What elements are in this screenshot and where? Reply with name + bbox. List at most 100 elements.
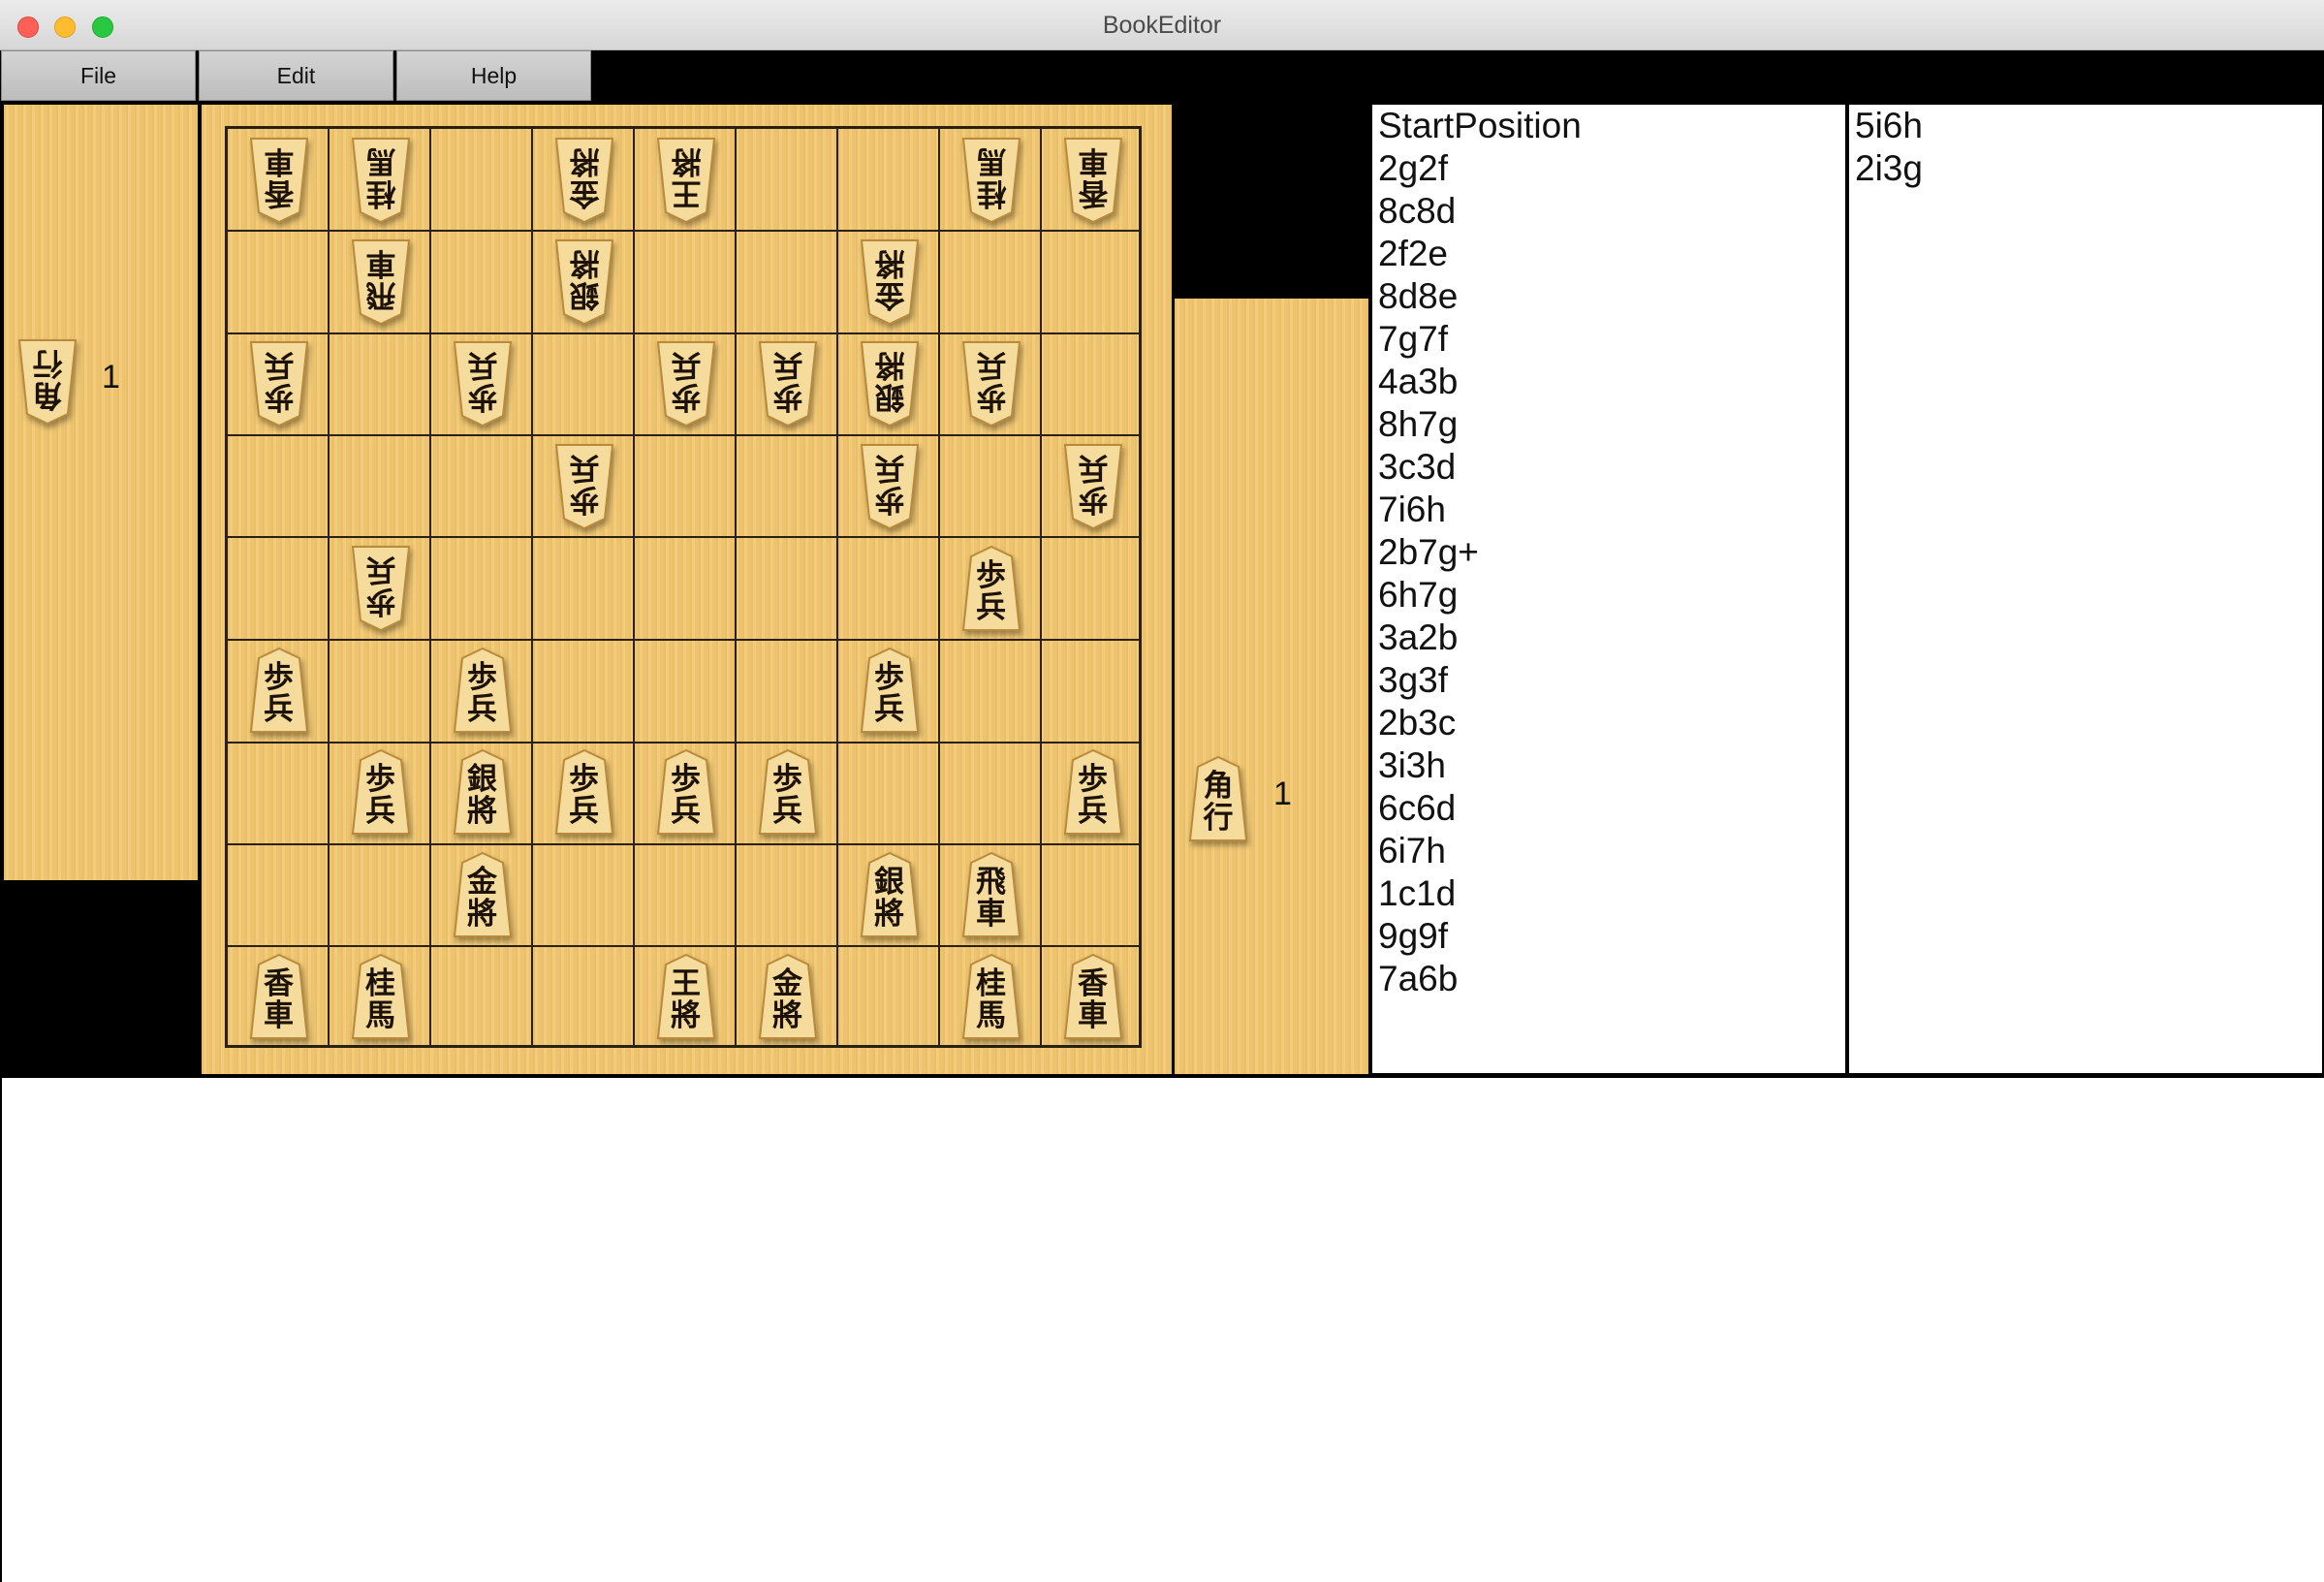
move-item[interactable]: 1c1d [1372, 872, 1845, 915]
piece-char-top: 歩 [264, 660, 294, 696]
gote-board-piece[interactable]: 歩兵 [554, 443, 614, 530]
piece-char-bottom: 將 [671, 142, 701, 178]
gote-board-piece[interactable]: 王將 [656, 137, 716, 224]
gote-board-piece[interactable]: 歩兵 [961, 340, 1021, 427]
sente-board-piece[interactable]: 歩兵 [860, 647, 920, 734]
move-item[interactable]: 3c3d [1372, 446, 1845, 489]
gote-board-piece[interactable]: 銀將 [554, 238, 614, 326]
move-item[interactable]: 4a3b [1372, 361, 1845, 403]
piece-char-bottom: 行 [32, 345, 63, 380]
gote-piece-stand[interactable]: 角行 1 [4, 105, 198, 880]
gote-board-piece[interactable]: 歩兵 [453, 340, 513, 427]
sente-board-piece[interactable]: 飛車 [961, 851, 1021, 938]
piece-char-top: 王 [671, 966, 701, 1002]
gote-board-piece[interactable]: 香車 [249, 137, 309, 224]
sente-board-piece[interactable]: 香車 [1063, 953, 1123, 1040]
piece-char-bottom: 兵 [1078, 449, 1108, 485]
sente-board-piece[interactable]: 香車 [249, 953, 309, 1040]
move-item[interactable]: 3i3h [1372, 744, 1845, 787]
piece-char-top: 飛 [976, 864, 1006, 900]
move-item[interactable]: 6c6d [1372, 787, 1845, 830]
sente-board-piece[interactable]: 王將 [656, 953, 716, 1040]
sente-board-piece[interactable]: 歩兵 [453, 647, 513, 734]
gote-board-piece[interactable]: 歩兵 [1063, 443, 1123, 530]
gote-board-piece[interactable]: 銀將 [860, 340, 920, 427]
piece-char-bottom: 將 [467, 896, 497, 932]
sente-hand-bishop-piece[interactable]: 角行 [1188, 755, 1248, 842]
file-menu-button[interactable]: File [1, 50, 196, 101]
move-history-list[interactable]: StartPosition 2g2f 8c8d 2f2e 8d8e 7g7f 4a3b 8h7… [1372, 105, 1845, 1073]
piece-char-top: 歩 [976, 557, 1006, 593]
piece-char-top: 歩 [671, 762, 701, 798]
piece-char-bottom: 行 [1203, 801, 1234, 836]
piece-char-top: 歩 [874, 481, 904, 517]
comment-area[interactable] [2, 1078, 2324, 1582]
gote-board-piece[interactable]: 桂馬 [351, 137, 411, 224]
sente-board-piece[interactable]: 歩兵 [249, 647, 309, 734]
move-item[interactable]: 7a6b [1372, 958, 1845, 1000]
piece-char-bottom: 兵 [671, 794, 701, 830]
move-item[interactable]: 6h7g [1372, 574, 1845, 617]
gote-board-piece[interactable]: 金將 [554, 137, 614, 224]
piece-char-bottom: 兵 [467, 347, 497, 383]
gote-board-piece[interactable]: 歩兵 [351, 545, 411, 632]
move-item[interactable]: 2b7g+ [1372, 531, 1845, 574]
piece-char-top: 銀 [874, 864, 904, 900]
sente-board-piece[interactable]: 桂馬 [961, 953, 1021, 1040]
candidate-moves-list[interactable]: 5i6h 2i3g [1849, 105, 2322, 1073]
candidate-move-item[interactable]: 5i6h [1849, 105, 2322, 147]
move-item[interactable]: 2g2f [1372, 147, 1845, 190]
gote-board-piece[interactable]: 歩兵 [758, 340, 818, 427]
gote-board-piece[interactable]: 金將 [860, 238, 920, 326]
piece-char-bottom: 兵 [976, 347, 1006, 383]
piece-char-top: 香 [1078, 966, 1108, 1002]
move-item[interactable]: 8d8e [1372, 275, 1845, 318]
sente-board-piece[interactable]: 歩兵 [1063, 748, 1123, 836]
move-item[interactable]: 8c8d [1372, 190, 1845, 233]
sente-board-piece[interactable]: 歩兵 [961, 545, 1021, 632]
sente-board-piece[interactable]: 桂馬 [351, 953, 411, 1040]
gote-board-piece[interactable]: 桂馬 [961, 137, 1021, 224]
sente-board-piece[interactable]: 歩兵 [656, 748, 716, 836]
sente-board-piece[interactable]: 歩兵 [351, 748, 411, 836]
sente-board-piece[interactable]: 金將 [758, 953, 818, 1040]
piece-char-top: 銀 [467, 762, 497, 798]
gote-board-piece[interactable]: 歩兵 [656, 340, 716, 427]
gote-board-piece[interactable]: 歩兵 [249, 340, 309, 427]
gote-board-piece[interactable]: 歩兵 [860, 443, 920, 530]
gote-board-piece[interactable]: 香車 [1063, 137, 1123, 224]
sente-board-piece[interactable]: 歩兵 [554, 748, 614, 836]
piece-char-bottom: 兵 [874, 449, 904, 485]
move-item[interactable]: 9g9f [1372, 915, 1845, 958]
piece-char-bottom: 車 [264, 142, 294, 178]
move-item[interactable]: 2f2e [1372, 233, 1845, 275]
sente-piece-stand[interactable]: 角行 1 [1175, 299, 1368, 1074]
sente-board-piece[interactable]: 歩兵 [758, 748, 818, 836]
gote-board-piece[interactable]: 飛車 [351, 238, 411, 326]
piece-char-top: 歩 [365, 583, 395, 618]
piece-char-bottom: 馬 [976, 142, 1006, 178]
window-titlebar: BookEditor [0, 0, 2324, 50]
candidate-move-item[interactable]: 2i3g [1849, 147, 2322, 190]
move-item[interactable]: 8h7g [1372, 403, 1845, 446]
move-item[interactable]: 3g3f [1372, 659, 1845, 702]
help-menu-button[interactable]: Help [396, 50, 591, 101]
sente-board-piece[interactable]: 金將 [453, 851, 513, 938]
move-item[interactable]: 2b3c [1372, 702, 1845, 744]
move-item[interactable]: StartPosition [1372, 105, 1845, 147]
piece-char-top: 歩 [264, 379, 294, 415]
piece-char-top: 桂 [365, 966, 395, 1002]
piece-char-top: 歩 [569, 762, 599, 798]
move-item[interactable]: 7i6h [1372, 489, 1845, 531]
sente-board-piece[interactable]: 銀將 [453, 748, 513, 836]
edit-menu-button[interactable]: Edit [199, 50, 393, 101]
piece-char-bottom: 將 [467, 794, 497, 830]
move-item[interactable]: 7g7f [1372, 318, 1845, 361]
gote-hand-bishop-piece[interactable]: 角行 [17, 338, 78, 426]
piece-char-bottom: 兵 [365, 551, 395, 586]
move-item[interactable]: 6i7h [1372, 830, 1845, 872]
piece-char-bottom: 將 [874, 896, 904, 932]
move-item[interactable]: 3a2b [1372, 617, 1845, 659]
sente-board-piece[interactable]: 銀將 [860, 851, 920, 938]
piece-char-top: 銀 [874, 379, 904, 415]
